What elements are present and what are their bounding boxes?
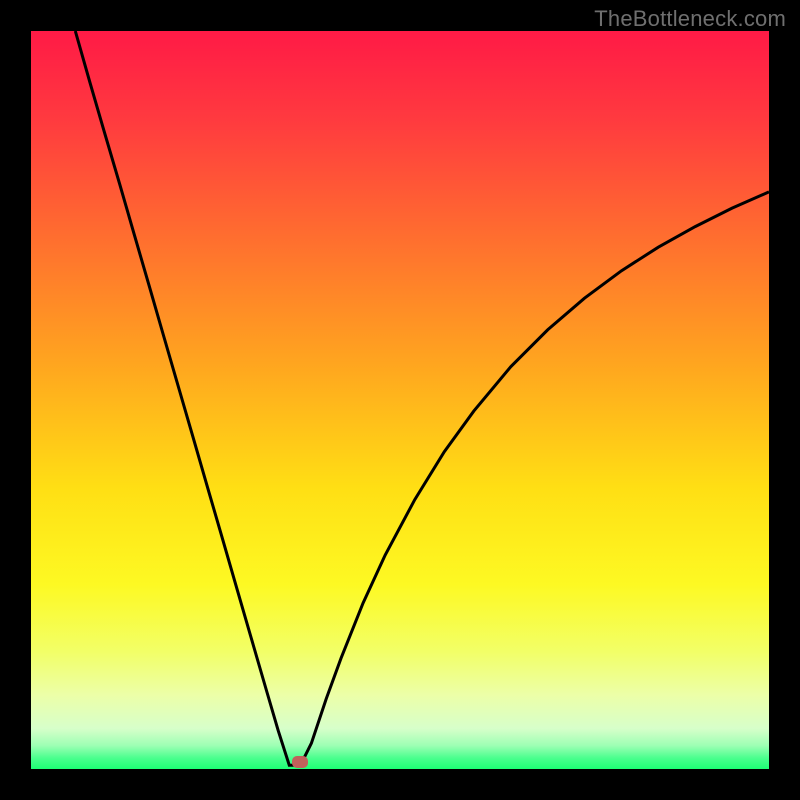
gradient-background: [31, 31, 769, 769]
optimal-point-marker: [292, 756, 308, 768]
bottleneck-chart: [31, 31, 769, 769]
watermark-text: TheBottleneck.com: [594, 6, 786, 32]
chart-frame: [31, 31, 769, 769]
